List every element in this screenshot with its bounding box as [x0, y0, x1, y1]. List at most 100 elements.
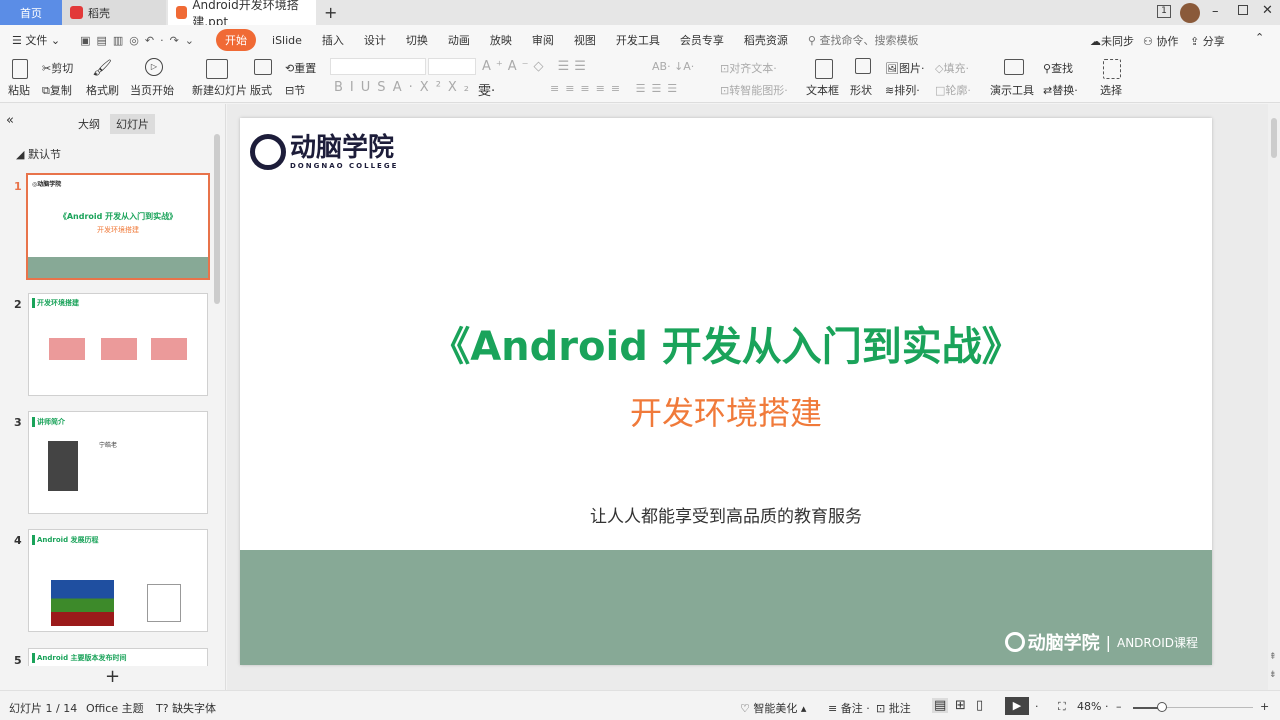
text-direction-button[interactable]: AB· ↓A·	[652, 60, 694, 73]
menu-tab-animation[interactable]: 动画	[448, 32, 470, 48]
smart-art-button[interactable]: ⊡转智能图形·	[720, 82, 788, 98]
tab-daoke[interactable]: 稻壳	[62, 0, 166, 25]
thumb-number: 3	[14, 416, 22, 429]
presentation-tools-button[interactable]: 演示工具	[990, 82, 1034, 98]
normal-view-icon[interactable]: ▤	[932, 698, 949, 713]
phonetic-icon[interactable]: 雯·	[478, 80, 495, 99]
slide-sorter-icon[interactable]: ⊞	[955, 698, 966, 713]
current-slide[interactable]: 动脑学院 DONGNAO COLLEGE 《Android 开发从入门到实战》 …	[240, 118, 1212, 665]
paste-button[interactable]: 粘贴	[8, 82, 30, 98]
thumb-photo	[48, 441, 78, 491]
thumb-number: 2	[14, 298, 22, 311]
collab-button[interactable]: ⚇ 协作	[1143, 33, 1178, 49]
section-button[interactable]: ⊟节	[285, 82, 305, 98]
replace-button[interactable]: ⇄替换·	[1043, 82, 1078, 98]
textbox-button[interactable]: 文本框	[806, 82, 839, 98]
reset-button[interactable]: ⟲重置	[285, 60, 316, 76]
menu-tab-review[interactable]: 审阅	[532, 32, 554, 48]
menu-tab-transition[interactable]: 切换	[406, 32, 428, 48]
menu-tab-insert[interactable]: 插入	[322, 32, 344, 48]
play-slideshow-button[interactable]: ▶	[1005, 697, 1029, 715]
minimize-icon[interactable]: –	[1212, 4, 1219, 19]
cut-button[interactable]: ✂剪切	[42, 60, 73, 76]
thumb-title: Android 发展历程	[32, 535, 99, 545]
collapse-ribbon-icon[interactable]: ⌃	[1255, 31, 1264, 44]
tab-home[interactable]: 首页	[0, 0, 62, 25]
thumb-box	[151, 338, 187, 360]
add-slide-button[interactable]: +	[0, 666, 225, 690]
quick-access-icons[interactable]: ▣▤▥◎↶·↷⌄	[80, 34, 200, 47]
missing-font-button[interactable]: T? 缺失字体	[156, 700, 216, 716]
menu-tab-member[interactable]: 会员专享	[680, 32, 724, 48]
next-slide-icon[interactable]: ⇟	[1269, 670, 1277, 680]
search-icon: ⚲	[807, 34, 816, 47]
panel-scrollbar[interactable]	[214, 134, 220, 304]
file-menu[interactable]: ☰ 文件 ⌄	[12, 32, 60, 48]
collapse-panel-icon[interactable]: «	[6, 113, 14, 128]
thumb-subtitle: 开发环境搭建	[97, 226, 139, 234]
new-slide-button[interactable]: 新建幻灯片	[192, 82, 247, 98]
prev-slide-icon[interactable]: ⇞	[1269, 652, 1277, 662]
play-icon: ▷	[145, 58, 163, 76]
copy-button[interactable]: ⧉复制	[42, 82, 72, 98]
beautify-button[interactable]: ♡ 智能美化 ▴	[740, 700, 806, 716]
slide-thumbnail-3[interactable]: 讲师简介 宁皓老	[28, 411, 208, 514]
font-name-select[interactable]	[330, 58, 426, 75]
command-search[interactable]: ⚲ 查找命令、搜索模板	[808, 32, 919, 48]
zoom-slider-handle[interactable]	[1156, 702, 1167, 712]
reading-view-icon[interactable]: ▯	[976, 698, 983, 713]
find-button[interactable]: ⚲查找	[1043, 60, 1073, 76]
theme-name[interactable]: Office 主题	[86, 700, 144, 716]
zoom-in-button[interactable]: +	[1260, 700, 1269, 713]
play-current-button[interactable]: 当页开始	[130, 82, 174, 98]
arrange-button[interactable]: ≋排列·	[885, 82, 920, 98]
footer-logo-icon	[1004, 632, 1025, 652]
sync-button[interactable]: ☁未同步	[1090, 33, 1134, 49]
fit-window-icon[interactable]: ⛶	[1058, 700, 1066, 714]
slide-thumbnail-1[interactable]: ◎动脑学院 《Android 开发从入门到实战》 开发环境搭建	[26, 173, 210, 280]
comment-button[interactable]: ⊡ 批注	[876, 700, 911, 716]
avatar[interactable]	[1180, 3, 1200, 23]
tab-outline[interactable]: 大纲	[78, 116, 100, 132]
scroll-thumb[interactable]	[1271, 118, 1277, 158]
vertical-scrollbar[interactable]: ⇞ ⇟	[1268, 104, 1280, 690]
play-options-icon[interactable]: ·	[1035, 700, 1039, 713]
slide-thumbnail-4[interactable]: Android 发展历程	[28, 529, 208, 632]
section-header[interactable]: ◢ 默认节	[16, 146, 61, 162]
zoom-select[interactable]: 48% ·	[1077, 700, 1108, 713]
slide-thumbnail-2[interactable]: 开发环境搭建	[28, 293, 208, 396]
notes-button[interactable]: ≡ 备注 ·	[828, 700, 870, 716]
menu-tab-daoke-resources[interactable]: 稻壳资源	[744, 32, 788, 48]
menu-tab-developer[interactable]: 开发工具	[616, 32, 660, 48]
font-size-select[interactable]	[428, 58, 476, 75]
menu-tab-slideshow[interactable]: 放映	[490, 32, 512, 48]
slide-subtitle: 开发环境搭建	[629, 394, 822, 432]
restore-icon[interactable]	[1238, 5, 1248, 15]
window-count-badge[interactable]: 1	[1157, 5, 1171, 18]
layout-icon	[254, 59, 272, 75]
menu-tab-islide[interactable]: iSlide	[272, 34, 302, 47]
fill-button[interactable]: ◇填充·	[935, 60, 969, 76]
menu-tab-view[interactable]: 视图	[574, 32, 596, 48]
align-buttons[interactable]: ≡≡≡≡≡ ☰☰☰	[550, 82, 683, 95]
slide-thumbnail-5[interactable]: Android 主要版本发布时间	[28, 648, 208, 668]
outline-button[interactable]: □轮廓·	[935, 82, 971, 98]
format-painter-button[interactable]: 格式刷	[86, 82, 119, 98]
select-button[interactable]: 选择	[1100, 82, 1122, 98]
menu-tab-design[interactable]: 设计	[364, 32, 386, 48]
align-text-button[interactable]: ⊡对齐文本·	[720, 60, 777, 76]
missing-font-label: 缺失字体	[172, 702, 217, 715]
font-size-controls[interactable]: A⁺A⁻◇ ☰☰	[482, 59, 591, 74]
share-button[interactable]: ⇪ 分享	[1190, 33, 1225, 49]
logo-icon	[250, 134, 286, 170]
zoom-out-button[interactable]: –	[1116, 700, 1122, 713]
layout-button[interactable]: 版式	[250, 82, 272, 98]
tab-document[interactable]: Android开发环境搭建.ppt	[168, 0, 316, 29]
close-icon[interactable]: ✕	[1262, 3, 1273, 18]
tab-slides[interactable]: 幻灯片	[110, 114, 155, 134]
font-style-buttons[interactable]: BIUSA·X²X₂	[334, 80, 476, 95]
picture-button[interactable]: 🖼图片·	[885, 60, 924, 76]
menu-tab-home[interactable]: 开始	[216, 29, 257, 51]
shape-button[interactable]: 形状	[850, 82, 872, 98]
new-tab-button[interactable]: +	[316, 0, 337, 25]
